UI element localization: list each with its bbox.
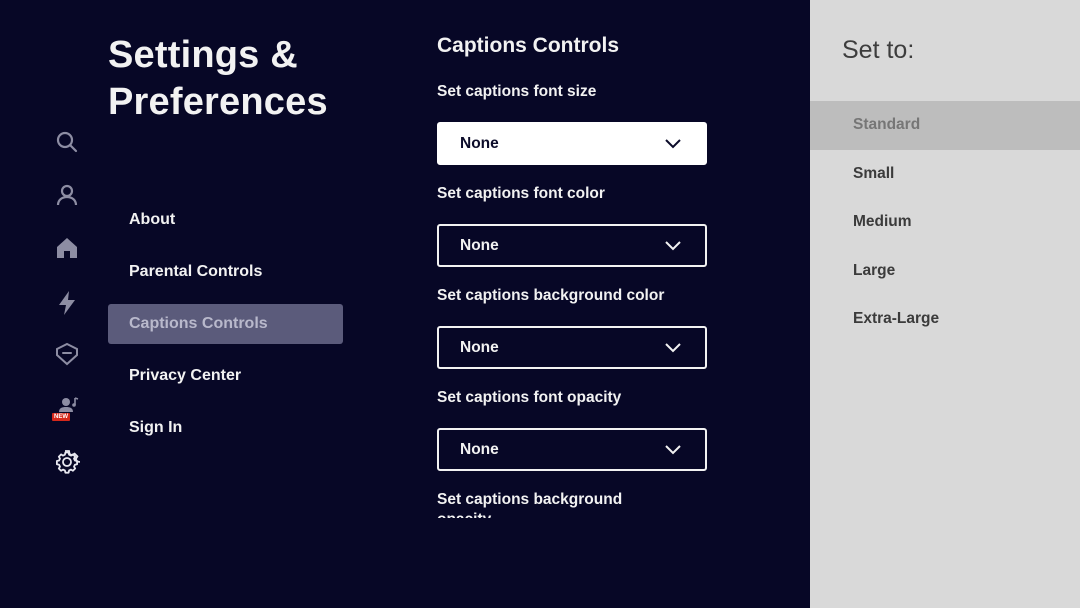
panel-title: Set to: [842,36,915,64]
option-standard[interactable]: Standard [810,101,1080,150]
setting-font-size: Set captions font size None [437,82,707,165]
menu-item-captions-controls[interactable]: Captions Controls [108,304,343,344]
font-size-dropdown[interactable]: None [437,122,707,165]
option-small[interactable]: Small [810,150,1080,199]
setting-label: Set captions font color [437,185,605,202]
home-icon[interactable] [54,235,80,261]
font-color-dropdown[interactable]: None [437,224,707,267]
setting-label: Set captions background opacity [437,491,623,518]
setting-label: Set captions font opacity [437,389,622,406]
setting-font-color: Set captions font color None [437,184,707,267]
font-opacity-dropdown[interactable]: None [437,428,707,471]
icon-rail: NEW [44,0,90,608]
option-medium[interactable]: Medium [810,198,1080,247]
option-panel: Set to: Standard Small Medium Large Extr… [810,0,1080,608]
dropdown-value: None [460,440,499,458]
option-list: Standard Small Medium Large Extra-Large [810,101,1080,344]
menu-item-sign-in[interactable]: Sign In [108,408,343,448]
page-title: Settings & Preferences [108,34,328,123]
background-color-dropdown[interactable]: None [437,326,707,369]
profile-icon[interactable] [54,182,80,208]
lightning-icon[interactable] [54,290,80,316]
dropdown-value: None [460,134,499,152]
menu-item-parental-controls[interactable]: Parental Controls [108,252,343,292]
menu-item-about[interactable]: About [108,200,343,240]
chevron-down-icon [665,138,681,148]
chevron-down-icon [665,240,681,250]
captions-settings: Captions Controls Set captions font size… [437,0,727,518]
music-user-icon[interactable]: NEW [52,396,80,422]
chevron-down-icon [665,444,681,454]
settings-icon[interactable] [54,449,80,475]
search-icon[interactable] [54,129,80,155]
option-large[interactable]: Large [810,247,1080,296]
option-extra-large[interactable]: Extra-Large [810,295,1080,344]
tag-icon[interactable] [54,341,80,367]
setting-background-color: Set captions background color None [437,286,707,369]
setting-label: Set captions background color [437,287,665,304]
dropdown-value: None [460,338,499,356]
chevron-down-icon [665,342,681,352]
setting-label: Set captions font size [437,83,597,100]
menu-item-privacy-center[interactable]: Privacy Center [108,356,343,396]
setting-font-opacity: Set captions font opacity None [437,388,707,471]
dropdown-value: None [460,236,499,254]
section-title: Captions Controls [437,34,619,57]
setting-background-opacity: Set captions background opacity [437,490,667,518]
new-badge: NEW [52,413,70,421]
settings-menu: About Parental Controls Captions Control… [108,200,343,460]
